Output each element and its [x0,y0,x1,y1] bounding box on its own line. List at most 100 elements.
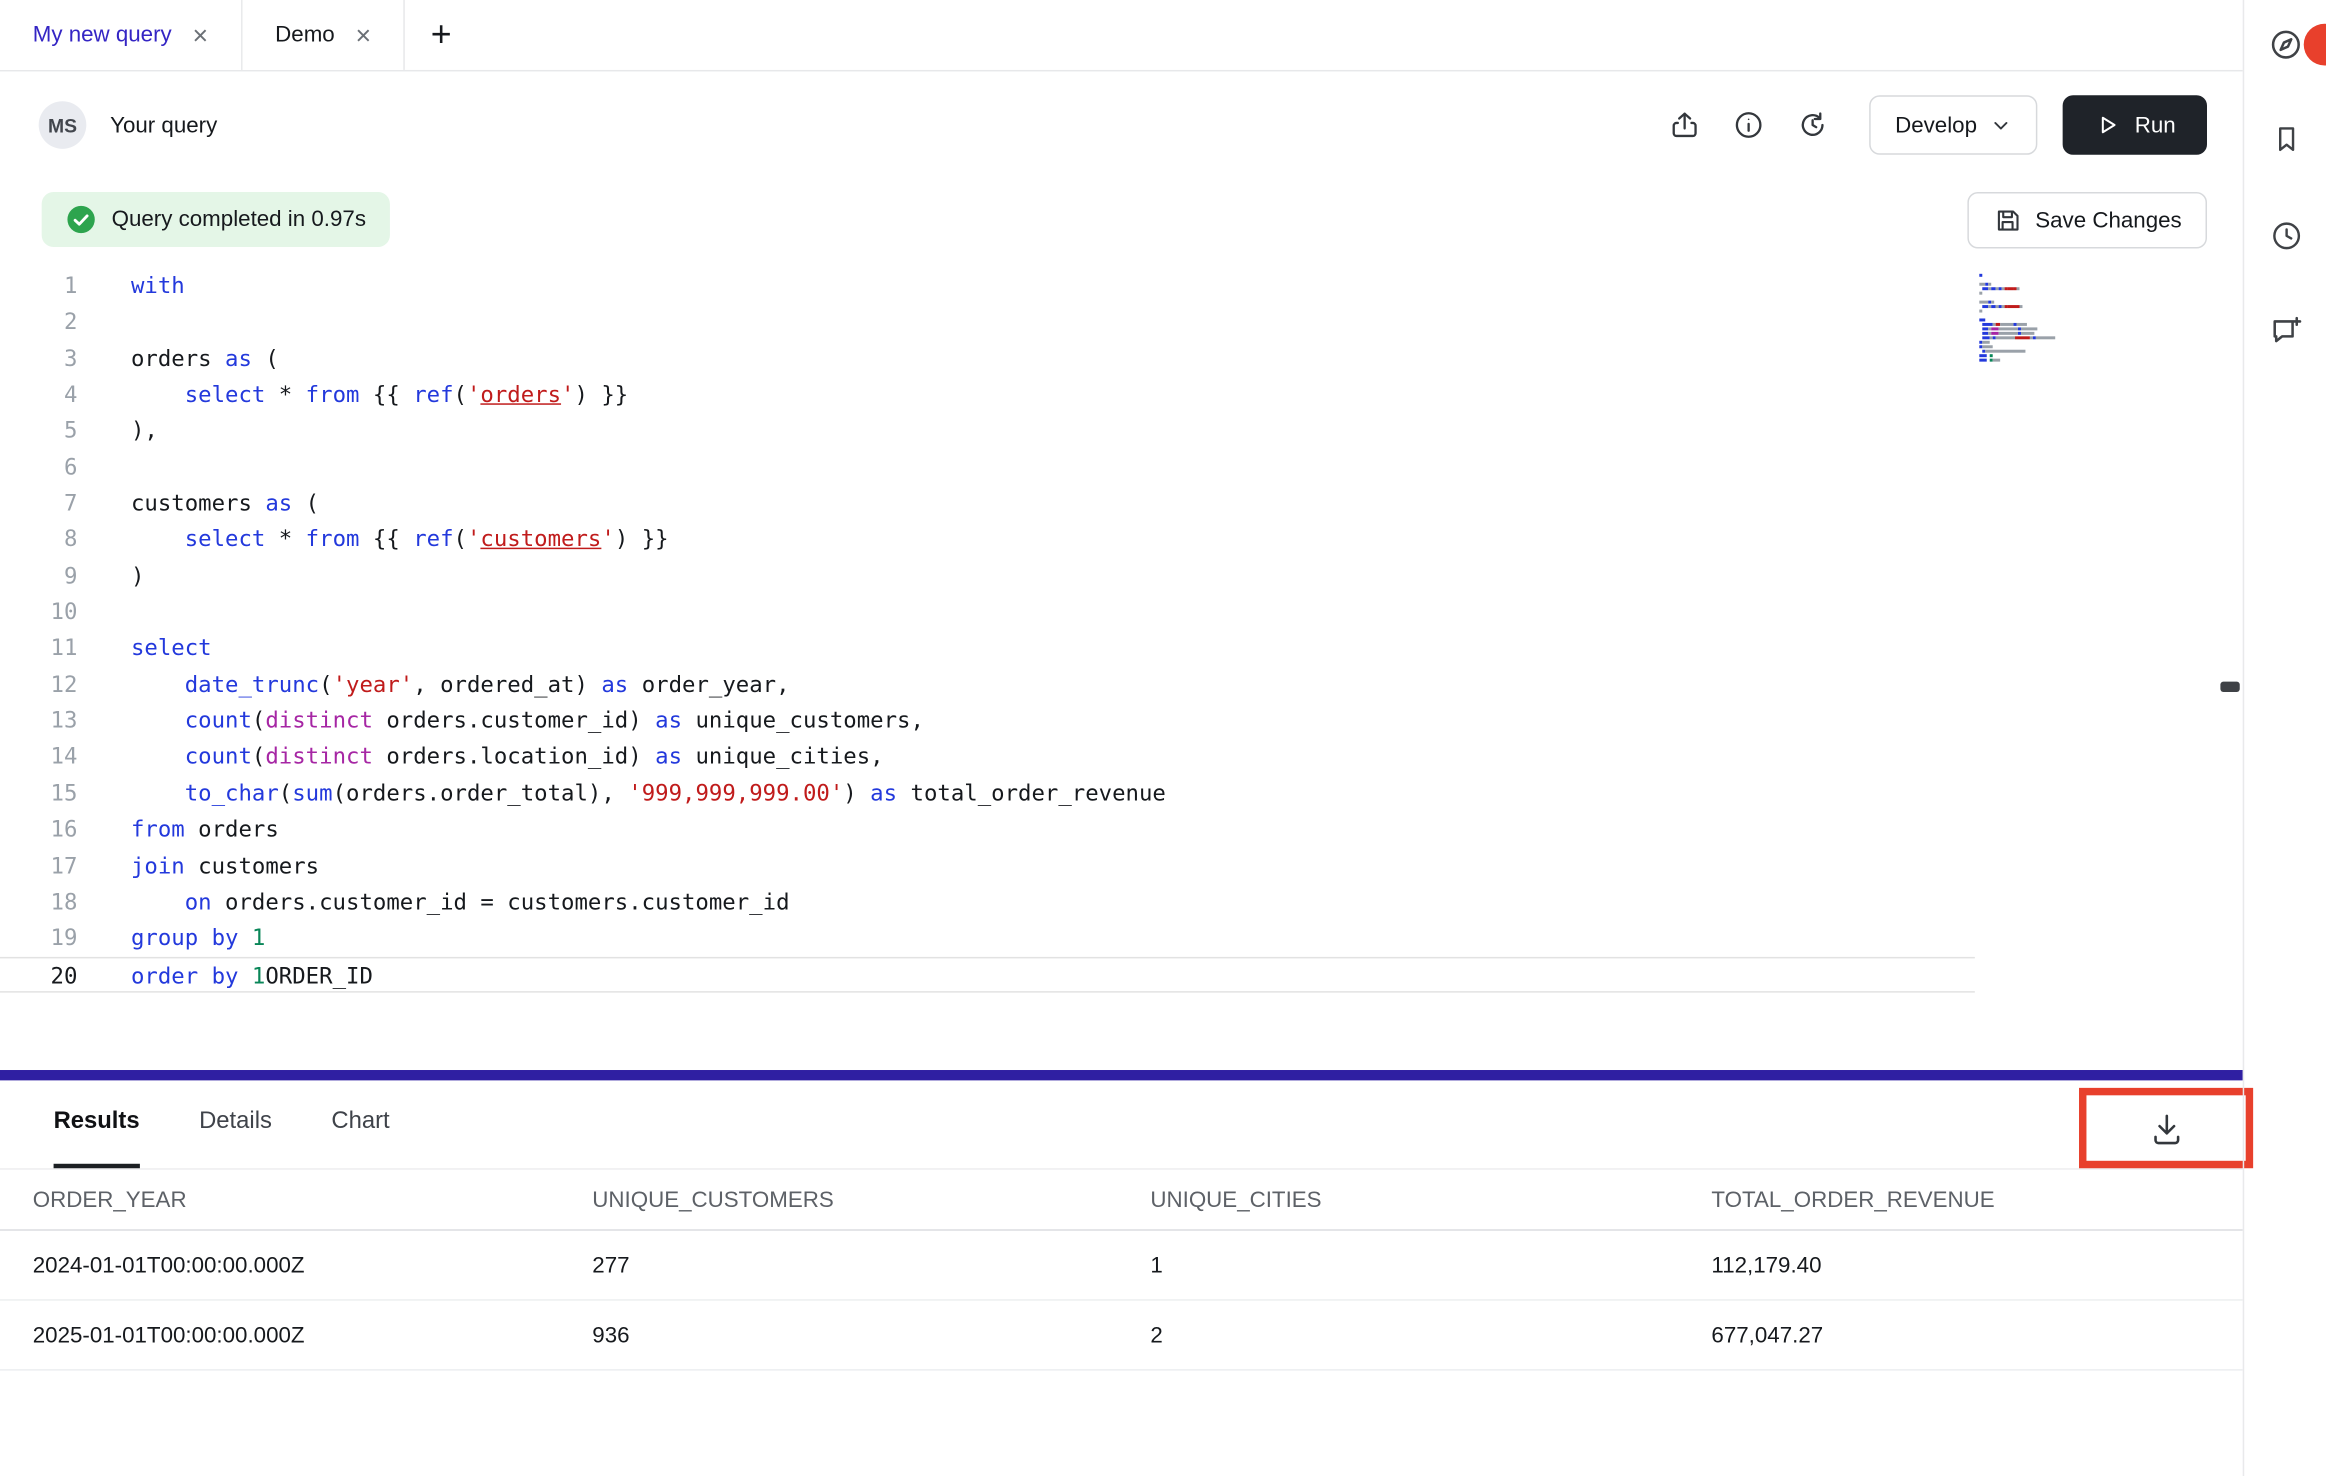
line-number: 14 [0,739,77,775]
code-line[interactable]: 8 select * from {{ ref('customers') }} [0,521,2243,557]
info-button[interactable] [1724,100,1775,151]
code-line[interactable]: 9) [0,558,2243,594]
tab-label: Demo [275,22,335,47]
model-ref-link[interactable]: customers [480,526,601,553]
code-line[interactable]: 15 to_char(sum(orders.order_total), '999… [0,775,2243,811]
table-cell: 2025-01-01T00:00:00.000Z [33,1322,593,1347]
code-line[interactable]: 3orders as ( [0,340,2243,376]
close-icon[interactable]: × [356,22,372,49]
code-line[interactable]: 13 count(distinct orders.customer_id) as… [0,703,2243,739]
close-icon[interactable]: × [193,22,209,49]
save-changes-button[interactable]: Save Changes [1967,192,2207,249]
table-cell: 112,179.40 [1711,1252,2242,1277]
check-circle-icon [65,204,96,235]
tab-demo[interactable]: Demo × [242,0,405,70]
code-line[interactable]: 2 [0,304,2243,340]
tab-my-new-query[interactable]: My new query × [0,0,242,70]
line-number: 18 [0,884,77,920]
compass-button[interactable] [2259,18,2313,72]
line-number: 3 [0,340,77,376]
header-actions: Develop Run [1660,95,2207,155]
line-number: 5 [0,413,77,449]
table-cell: 1 [1150,1252,1711,1277]
info-icon [1733,109,1766,142]
code-line[interactable]: 10 [0,594,2243,630]
table-row[interactable]: 2025-01-01T00:00:00.000Z9362677,047.27 [0,1301,2243,1371]
code-text [77,304,131,340]
code-text: select [77,630,211,666]
table-cell: 277 [592,1252,1150,1277]
code-line[interactable]: 6 [0,449,2243,485]
line-number: 4 [0,377,77,413]
status-message: Query completed in 0.97s [112,207,366,232]
code-line[interactable]: 7customers as ( [0,485,2243,521]
code-line[interactable]: 16from orders [0,811,2243,847]
code-line[interactable]: 17join customers [0,848,2243,884]
status-row: Query completed in 0.97s Save Changes [0,179,2243,265]
results-table-header: ORDER_YEAR UNIQUE_CUSTOMERS UNIQUE_CITIE… [0,1170,2243,1231]
table-row[interactable]: 2024-01-01T00:00:00.000Z2771112,179.40 [0,1231,2243,1301]
minimap[interactable] [1979,274,2074,363]
avatar[interactable]: MS [39,101,87,149]
code-line[interactable]: 11select [0,630,2243,666]
panel-splitter[interactable] [0,1070,2243,1080]
run-button[interactable]: Run [2063,95,2207,155]
bookmark-icon [2269,121,2303,155]
column-header[interactable]: UNIQUE_CUSTOMERS [592,1187,1150,1212]
download-button[interactable] [2141,1103,2192,1154]
code-text: count(distinct orders.customer_id) as un… [77,703,924,739]
results-tab-bar: Results Details Chart [0,1080,2243,1169]
code-line[interactable]: 18 on orders.customer_id = customers.cus… [0,884,2243,920]
code-text: date_trunc('year', ordered_at) as order_… [77,666,789,702]
feedback-icon [2268,313,2304,349]
results-table-body: 2024-01-01T00:00:00.000Z2771112,179.4020… [0,1231,2243,1371]
line-number: 15 [0,775,77,811]
code-text: on orders.customer_id = customers.custom… [77,884,789,920]
code-text: group by 1 [77,920,265,956]
line-number: 10 [0,594,77,630]
code-line[interactable]: 1with [0,268,2243,304]
column-header[interactable]: UNIQUE_CITIES [1150,1187,1711,1212]
code-text: order by 1ORDER_ID [77,958,373,991]
query-header: MS Your query [0,71,2243,178]
right-sidebar [2243,0,2326,1476]
code-line[interactable]: 14 count(distinct orders.location_id) as… [0,739,2243,775]
table-cell: 677,047.27 [1711,1322,2242,1347]
column-header[interactable]: ORDER_YEAR [33,1187,593,1212]
code-text: ), [77,413,157,449]
column-header[interactable]: TOTAL_ORDER_REVENUE [1711,1187,2242,1212]
line-number: 9 [0,558,77,594]
tab-chart[interactable]: Chart [331,1080,389,1168]
model-ref-link[interactable]: orders [480,381,561,408]
code-line[interactable]: 20order by 1ORDER_ID [0,956,1975,992]
code-text: select * from {{ ref('orders') }} [77,377,628,413]
code-editor[interactable]: 1with23orders as (4 select * from {{ ref… [0,268,2243,1070]
add-tab-button[interactable]: + [405,0,476,70]
code-text [77,594,131,630]
code-text [77,449,131,485]
code-line[interactable]: 12 date_trunc('year', ordered_at) as ord… [0,666,2243,702]
develop-button[interactable]: Develop [1870,95,2038,155]
scrollbar[interactable] [2220,682,2239,692]
code-line[interactable]: 4 select * from {{ ref('orders') }} [0,377,2243,413]
line-number: 12 [0,666,77,702]
code-text: join customers [77,848,319,884]
tab-results[interactable]: Results [54,1080,140,1168]
history-sidebar-button[interactable] [2259,208,2313,262]
code-line[interactable]: 19group by 1 [0,920,2243,956]
feedback-button[interactable] [2259,304,2313,358]
tab-label: My new query [33,22,172,47]
bookmark-button[interactable] [2259,112,2313,166]
code-line[interactable]: 5), [0,413,2243,449]
code-lines: 1with23orders as (4 select * from {{ ref… [0,268,2243,993]
share-icon [1669,109,1702,142]
tab-details[interactable]: Details [199,1080,272,1168]
history-button[interactable] [1788,100,1839,151]
line-number: 1 [0,268,77,304]
code-text: customers as ( [77,485,319,521]
share-button[interactable] [1660,100,1711,151]
play-icon [2095,112,2122,139]
results-panel: Results Details Chart ORDER_YEAR UNIQUE_… [0,1080,2243,1476]
page-title: Your query [110,112,217,137]
history-icon [1797,109,1830,142]
